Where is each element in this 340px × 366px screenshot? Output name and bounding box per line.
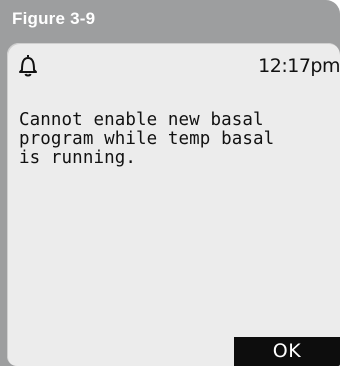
device-screen: 12:17pm Cannot enable new basal program … [7,43,340,366]
alert-message: Cannot enable new basal program while te… [19,110,275,168]
figure-frame: Figure 3-9 12:17pm Cannot enable new bas… [0,0,340,366]
figure-label: Figure 3-9 [12,9,96,28]
clock-time: 12:17pm [258,55,340,77]
ok-button[interactable]: OK [234,337,340,366]
bell-icon [17,53,39,77]
